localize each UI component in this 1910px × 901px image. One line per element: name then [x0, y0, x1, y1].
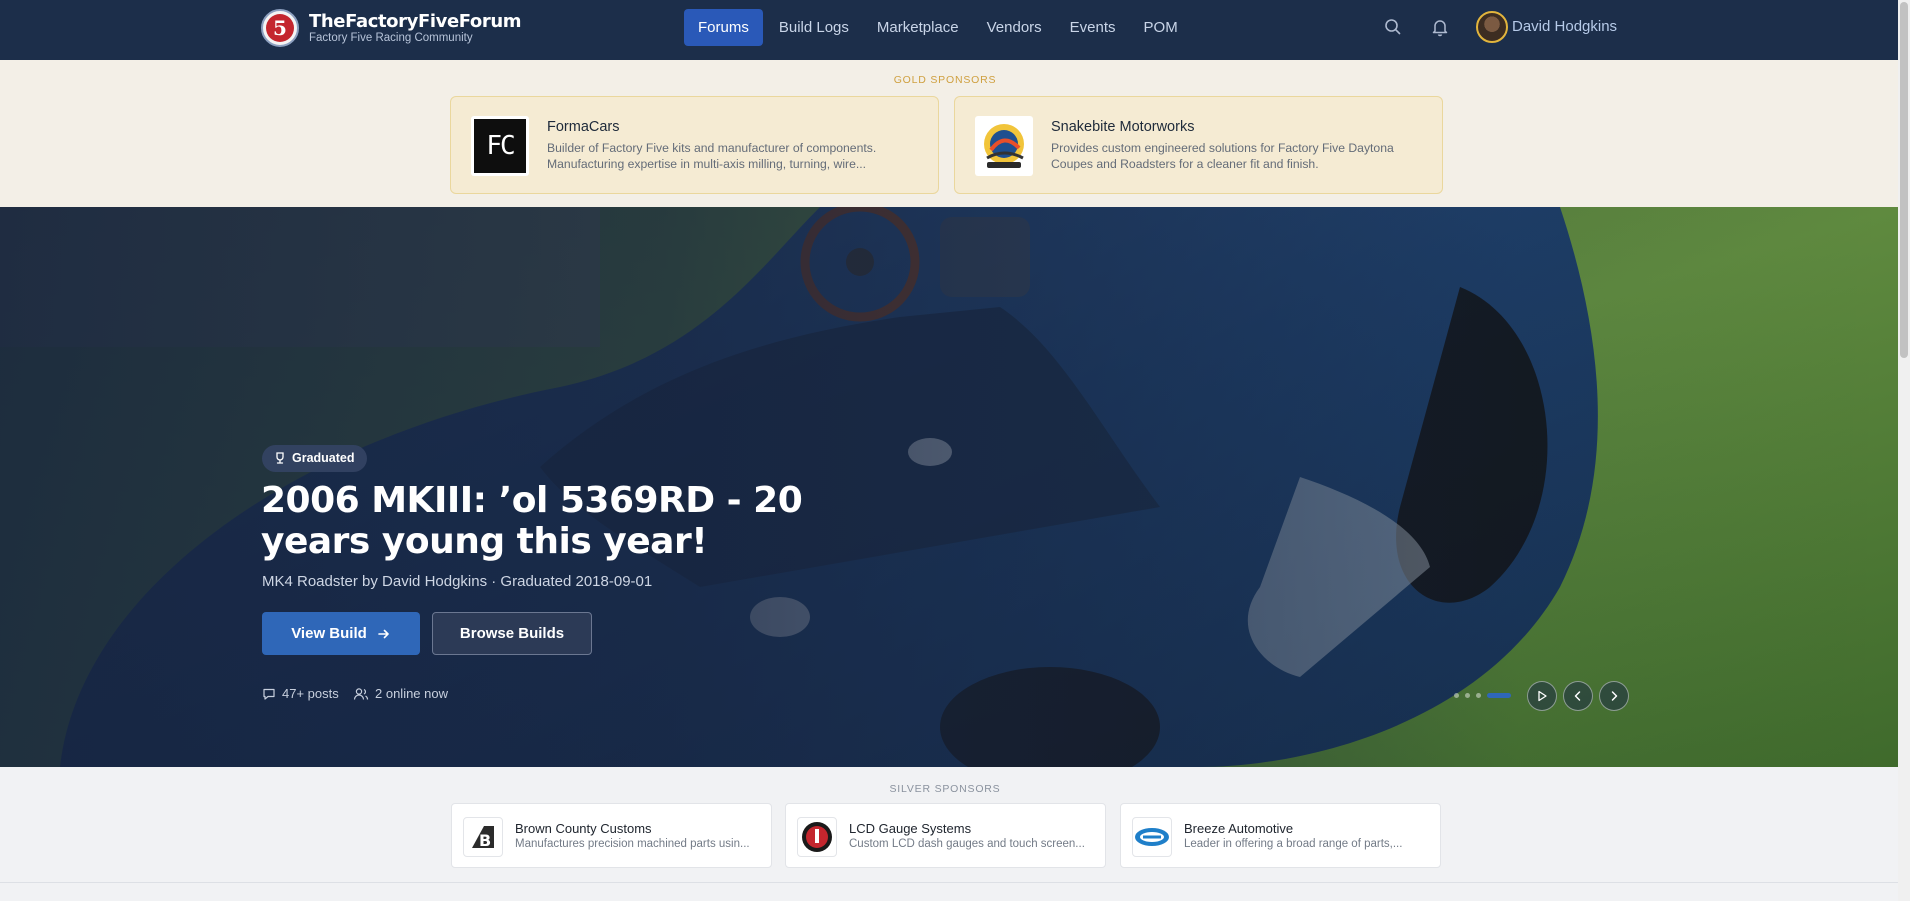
user-avatar[interactable] [1476, 11, 1508, 43]
slide-indicator [1454, 693, 1511, 698]
nav-events[interactable]: Events [1056, 9, 1130, 46]
site-title[interactable]: TheFactoryFiveForum [309, 11, 522, 32]
breeze-logo [1132, 817, 1172, 857]
sponsor-description: Provides custom engineered solutions for… [1051, 141, 1394, 171]
scrollbar-thumb[interactable] [1900, 2, 1908, 358]
nav-forums[interactable]: Forums [684, 9, 763, 46]
graduated-badge: Graduated [262, 445, 367, 472]
hero-title[interactable]: 2006 MKIII: ’ol 5369RD - 20 years young … [261, 480, 881, 562]
badge-label: Graduated [292, 451, 355, 465]
top-header: 5 TheFactoryFiveForum Factory Five Racin… [0, 0, 1898, 60]
section-divider [0, 882, 1898, 883]
browse-builds-button[interactable]: Browse Builds [432, 612, 592, 655]
svg-text:B: B [479, 831, 491, 850]
users-icon [353, 687, 369, 700]
logo-glyph: 5 [266, 14, 294, 42]
play-slideshow-button[interactable] [1527, 681, 1557, 711]
slide-dot-4[interactable] [1487, 693, 1511, 698]
nav-marketplace[interactable]: Marketplace [863, 9, 973, 46]
snakebite-logo [975, 116, 1033, 176]
posts-stat: 47+ posts [262, 686, 339, 701]
site-logo[interactable]: 5 [261, 9, 299, 47]
sponsor-name: LCD Gauge Systems [849, 821, 972, 836]
silver-sponsors-label: SILVER SPONSORS [889, 783, 1001, 795]
previous-slide-button[interactable] [1563, 681, 1593, 711]
sponsor-name: Breeze Automotive [1184, 821, 1294, 836]
sponsor-description: Builder of Factory Five kits and manufac… [547, 141, 877, 171]
hero-meta: MK4 Roadster by David Hodgkins · Graduat… [262, 573, 653, 590]
online-count: 2 online now [375, 686, 448, 701]
nav-build-logs[interactable]: Build Logs [765, 9, 863, 46]
gold-sponsor-card-snakebite[interactable]: Snakebite Motorworks Provides custom eng… [954, 96, 1443, 194]
slide-dot-2[interactable] [1465, 693, 1470, 698]
silver-sponsor-card-brown-county[interactable]: B Brown County Customs Manufactures prec… [451, 803, 772, 868]
slide-dot-1[interactable] [1454, 693, 1459, 698]
nav-pom[interactable]: POM [1130, 9, 1192, 46]
view-build-label: View Build [291, 625, 367, 642]
brown-county-logo: B [463, 817, 503, 857]
formacars-logo: FC [471, 116, 529, 176]
chevron-right-icon [1611, 691, 1618, 701]
site-subtitle: Factory Five Racing Community [309, 32, 473, 44]
arrow-right-icon [377, 629, 389, 638]
silver-sponsor-card-breeze[interactable]: Breeze Automotive Leader in offering a b… [1120, 803, 1441, 868]
online-stat: 2 online now [353, 686, 448, 701]
lcd-gauge-logo [797, 817, 837, 857]
view-build-button[interactable]: View Build [262, 612, 420, 655]
main-nav: Forums Build Logs Marketplace Vendors Ev… [684, 9, 1192, 46]
gold-sponsor-card-formacars[interactable]: FC FormaCars Builder of Factory Five kit… [450, 96, 939, 194]
play-icon [1538, 690, 1547, 702]
search-icon[interactable] [1382, 16, 1404, 38]
nav-vendors[interactable]: Vendors [973, 9, 1056, 46]
slide-dot-3[interactable] [1476, 693, 1481, 698]
sponsor-description: Manufactures precision machined parts us… [515, 838, 750, 850]
sponsor-description: Leader in offering a broad range of part… [1184, 838, 1403, 850]
trophy-icon [276, 452, 284, 464]
sponsor-name: Brown County Customs [515, 821, 652, 836]
gold-sponsors-label: GOLD SPONSORS [893, 74, 997, 86]
user-name[interactable]: David Hodgkins [1512, 18, 1617, 35]
bell-icon[interactable] [1429, 16, 1451, 38]
silver-sponsor-card-lcd-gauge[interactable]: LCD Gauge Systems Custom LCD dash gauges… [785, 803, 1106, 868]
next-slide-button[interactable] [1599, 681, 1629, 711]
sponsor-description: Custom LCD dash gauges and touch screen.… [849, 838, 1085, 850]
formacars-logo-text: FC [486, 131, 515, 161]
sponsor-name: FormaCars [547, 119, 620, 135]
posts-count: 47+ posts [282, 686, 339, 701]
chevron-left-icon [1574, 691, 1581, 701]
comment-icon [263, 688, 275, 700]
sponsor-name: Snakebite Motorworks [1051, 119, 1195, 135]
